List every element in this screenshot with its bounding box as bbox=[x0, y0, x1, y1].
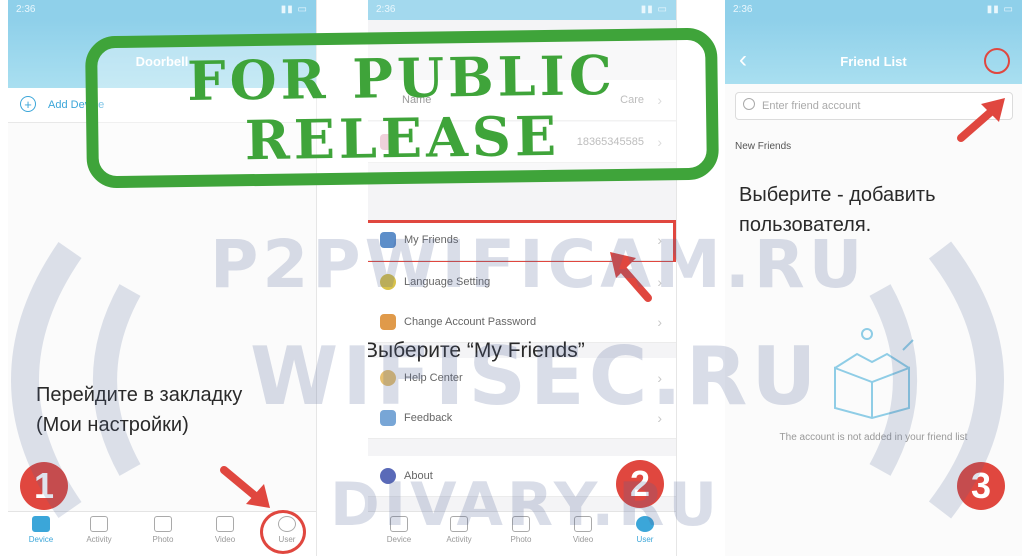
public-release-stamp: FOR PUBLIC RELEASE bbox=[84, 27, 720, 189]
watermark-text: DIVARY.RU bbox=[330, 470, 722, 540]
status-time: 2:36 bbox=[733, 4, 753, 15]
watermark-text: WIFISEC.RU bbox=[250, 330, 821, 423]
signal-icon: ▮▮ ▭ bbox=[986, 4, 1014, 15]
search-input: Enter friend account bbox=[762, 100, 861, 112]
arrow-icon bbox=[957, 98, 1005, 142]
tab-label: Photo bbox=[152, 535, 174, 544]
status-time: 2:36 bbox=[376, 4, 396, 15]
signal-icon: ▮▮ ▭ bbox=[280, 4, 308, 15]
tab-label: Device bbox=[28, 535, 54, 544]
header-title: Friend List bbox=[840, 54, 907, 69]
tab-label: Activity bbox=[86, 535, 112, 544]
plus-circle-icon: + bbox=[20, 96, 36, 112]
caption-line: Выберите - добавить bbox=[739, 184, 936, 206]
app-header: ‹ Friend List bbox=[725, 20, 1022, 84]
status-bar: 2:36 ▮▮ ▭ bbox=[8, 0, 316, 20]
section-header: New Friends bbox=[735, 141, 792, 152]
add-friend-icon[interactable] bbox=[984, 48, 1010, 74]
tab-label: Video bbox=[214, 535, 236, 544]
stamp-line: RELEASE bbox=[244, 103, 561, 173]
search-icon bbox=[743, 98, 755, 110]
signal-icon: ▮▮ ▭ bbox=[640, 4, 668, 15]
status-time: 2:36 bbox=[16, 4, 36, 15]
status-bar: 2:36 ▮▮ ▭ bbox=[368, 0, 676, 20]
status-bar: 2:36 ▮▮ ▭ bbox=[725, 0, 1022, 20]
watermark-text: P2PWIFICAM.RU bbox=[210, 226, 867, 303]
